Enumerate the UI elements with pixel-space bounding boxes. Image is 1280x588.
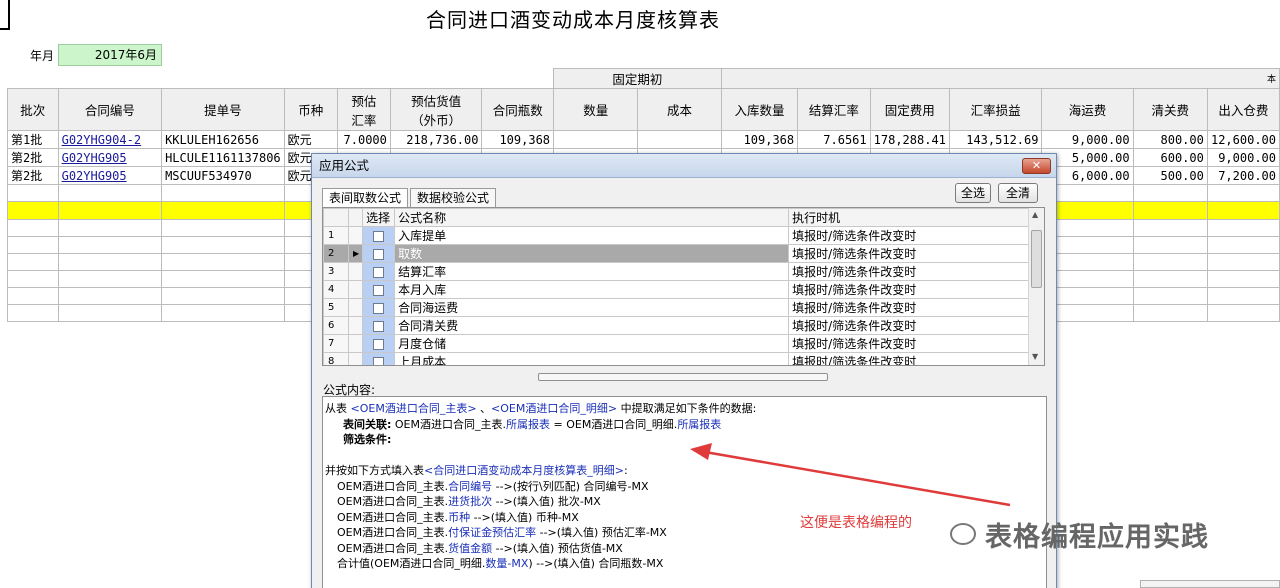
annotation-arrow-icon (690, 443, 1011, 507)
watermark-text: 表格编程应用实践 (985, 522, 1209, 553)
resize-handle[interactable] (1140, 580, 1280, 588)
annotation-text: 这便是表格编程的 (800, 515, 912, 531)
wechat-icon (950, 523, 976, 545)
